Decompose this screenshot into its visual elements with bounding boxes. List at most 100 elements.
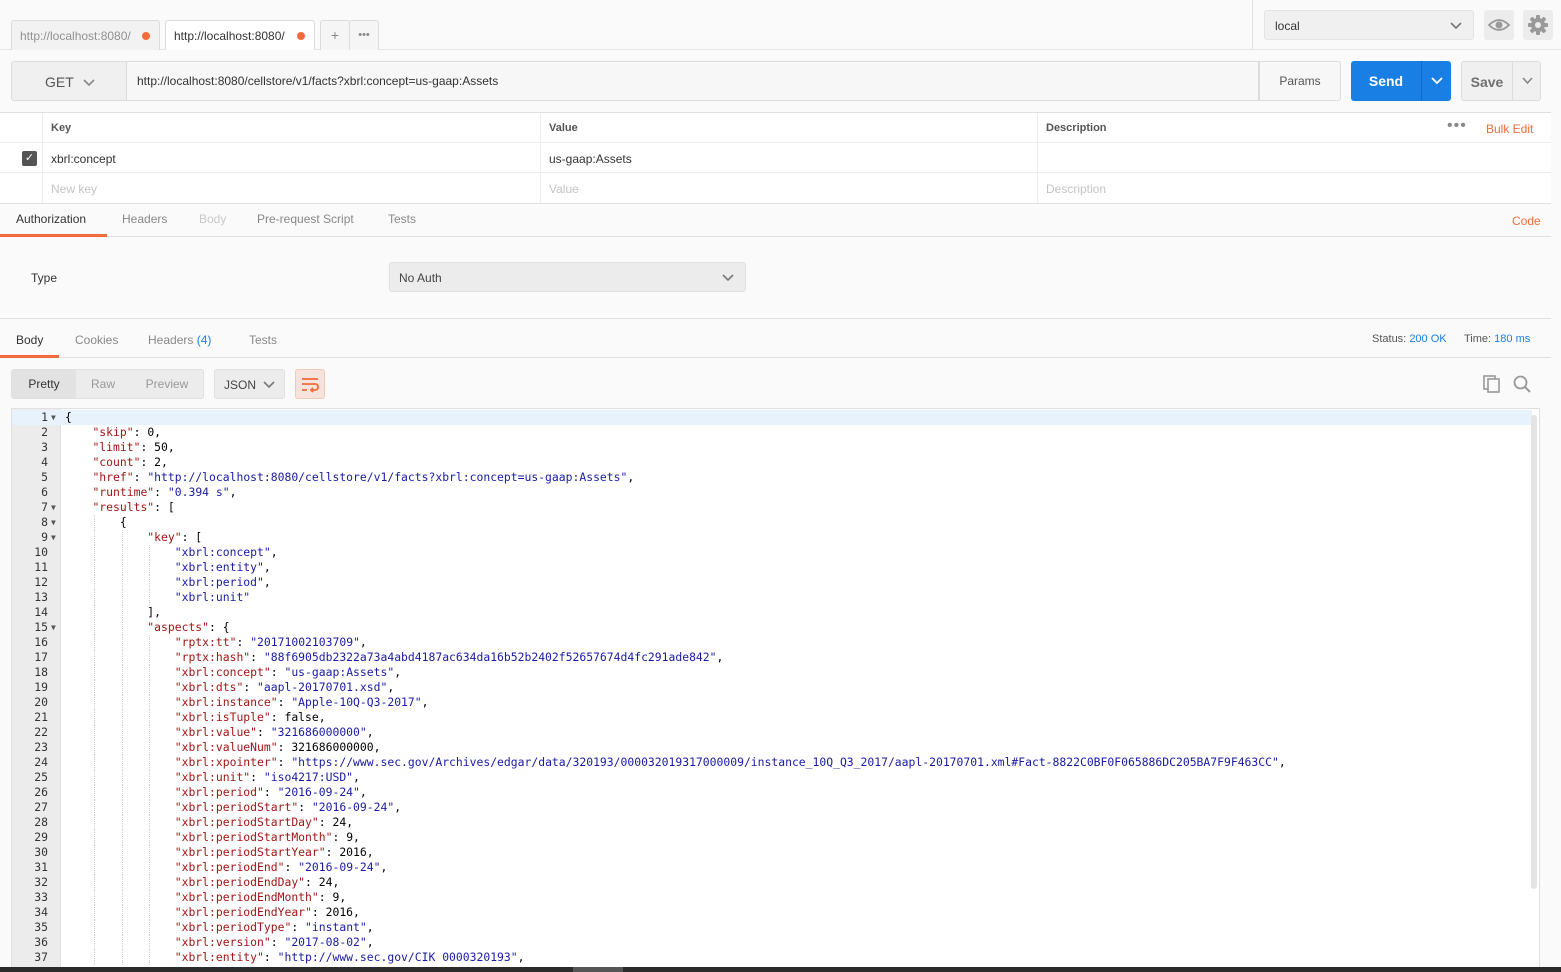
send-label: Send — [1368, 73, 1404, 89]
json-value: 24 — [318, 875, 333, 889]
json-punctuation: : — [263, 950, 278, 964]
search-icon[interactable] — [1512, 374, 1532, 394]
response-tab-label: Tests — [249, 333, 278, 347]
code-line: 26 "xbrl:period": "2016-09-24", — [12, 785, 1532, 800]
request-tab-2[interactable]: http://localhost:8080/ — [165, 20, 315, 50]
line-number: 36 — [34, 935, 48, 949]
json-key: "count" — [92, 455, 141, 469]
code-text: "xbrl:entity": "http://www.sec.gov/CIK 0… — [65, 950, 525, 965]
param-enabled-checkbox[interactable]: ✓ — [22, 151, 37, 166]
json-punctuation: : — [133, 425, 148, 439]
new-key-input[interactable]: New key — [42, 173, 540, 203]
code-line: 9 ▼ "key": [ — [12, 530, 1532, 545]
new-value-input[interactable]: Value — [540, 173, 1037, 203]
fold-toggle-icon[interactable]: ▼ — [51, 530, 56, 545]
code-link[interactable]: Code — [1512, 214, 1541, 228]
code-text: "xbrl:period": "2016-09-24", — [65, 785, 367, 800]
response-body-editor[interactable]: 1 ▼{2 "skip": 0, 3 "limit": 50, 4 "count": … — [11, 408, 1540, 968]
status-label: Status: — [1372, 333, 1407, 345]
manage-environments-button[interactable] — [1523, 10, 1553, 40]
json-punctuation: , — [318, 710, 326, 724]
json-punctuation: , — [263, 560, 271, 574]
fold-toggle-icon[interactable]: ▼ — [51, 515, 56, 530]
scrollbar-thumb[interactable] — [573, 967, 623, 972]
raw-button[interactable]: Raw — [76, 370, 130, 398]
tab-authorization[interactable]: Authorization — [16, 212, 86, 226]
line-number: 35 — [34, 920, 48, 934]
params-button[interactable]: Params — [1259, 61, 1341, 101]
code-line: 31 "xbrl:periodEnd": "2016-09-24", — [12, 860, 1532, 875]
description-column-header: Description — [1037, 113, 1551, 143]
json-punctuation: , — [346, 815, 354, 829]
preview-button[interactable]: Preview — [130, 370, 204, 398]
tab-menu-button[interactable]: ••• — [349, 20, 379, 50]
json-punctuation: , — [332, 875, 340, 889]
json-punctuation: , — [359, 785, 367, 799]
request-tab-1[interactable]: http://localhost:8080/ — [11, 20, 160, 50]
code-line: 4 "count": 2, — [12, 455, 1532, 470]
tab-headers[interactable]: Headers — [122, 212, 167, 226]
tab-tests[interactable]: Tests — [388, 212, 416, 226]
save-label: Save — [1470, 74, 1504, 90]
fold-toggle-icon[interactable]: ▼ — [51, 410, 56, 425]
tab-pre-request-script[interactable]: Pre-request Script — [257, 212, 354, 226]
bulk-edit-link[interactable]: Bulk Edit — [1486, 122, 1533, 136]
line-number: 37 — [34, 950, 48, 964]
chevron-down-icon — [263, 381, 275, 389]
code-text: "rptx:tt": "20171002103709", — [65, 635, 367, 650]
response-format-select[interactable]: JSON — [214, 369, 285, 399]
environment-select[interactable]: local — [1264, 10, 1474, 40]
key-column-header: Key — [42, 113, 540, 143]
json-punctuation: , — [359, 635, 367, 649]
response-tab-cookies[interactable]: Cookies — [75, 333, 118, 347]
json-punctuation: , — [161, 455, 168, 469]
json-key: "xbrl:periodStart" — [174, 800, 299, 814]
copy-icon[interactable] — [1482, 374, 1502, 394]
json-string: "xbrl:period" — [174, 575, 264, 589]
pretty-button[interactable]: Pretty — [12, 370, 76, 398]
auth-type-select[interactable]: No Auth — [389, 262, 746, 292]
url-input[interactable]: http://localhost:8080/cellstore/v1/facts… — [127, 61, 1259, 101]
json-punctuation: : — [277, 740, 292, 754]
line-number: 2 — [41, 425, 48, 439]
json-key: "href" — [92, 470, 134, 484]
response-tab-tests[interactable]: Tests — [249, 333, 277, 347]
json-string: "321686000000" — [270, 725, 367, 739]
json-punctuation: , — [517, 950, 525, 964]
tab-body[interactable]: Body — [199, 212, 226, 226]
save-options-button[interactable] — [1512, 62, 1541, 100]
param-description-input[interactable] — [1037, 143, 1551, 173]
response-tab-headers[interactable]: Headers (4) — [148, 333, 211, 347]
code-line: 15 ▼ "aspects": { — [12, 620, 1532, 635]
json-string: "https://www.sec.gov/Archives/edgar/data… — [291, 755, 1279, 769]
line-number: 10 — [34, 545, 48, 559]
environment-quick-look-button[interactable] — [1484, 10, 1514, 40]
response-tab-body[interactable]: Body — [16, 333, 43, 347]
send-button[interactable]: Send — [1351, 61, 1451, 101]
save-button[interactable]: Save — [1461, 61, 1541, 101]
response-view-modes: Pretty Raw Preview — [11, 369, 204, 399]
more-icon[interactable]: ••• — [1447, 117, 1467, 135]
line-number: 18 — [34, 665, 48, 679]
param-value-input[interactable]: us-gaap:Assets — [540, 143, 1037, 173]
code-line: 14 ], — [12, 605, 1532, 620]
fold-toggle-icon[interactable]: ▼ — [51, 620, 56, 635]
editor-scrollbar[interactable] — [1531, 415, 1537, 889]
new-description-input[interactable]: Description — [1037, 173, 1551, 203]
time-label: Time: — [1464, 333, 1492, 345]
json-punctuation: , — [263, 575, 271, 589]
line-number: 15 — [34, 620, 48, 634]
method-select[interactable]: GET — [11, 61, 127, 101]
new-tab-button[interactable]: + — [320, 20, 350, 50]
param-key-input[interactable]: xbrl:concept — [42, 143, 540, 173]
fold-toggle-icon[interactable]: ▼ — [51, 500, 56, 515]
json-key: "xbrl:periodStartYear" — [174, 845, 326, 859]
window-bottom-scrollbar[interactable] — [0, 967, 1561, 972]
send-options-button[interactable] — [1421, 61, 1451, 101]
json-key: "runtime" — [92, 485, 155, 499]
json-key: "skip" — [92, 425, 134, 439]
json-string: "0.394 s" — [167, 485, 230, 499]
line-number: 24 — [34, 755, 48, 769]
json-key: "xbrl:periodEnd" — [174, 860, 285, 874]
wrap-lines-button[interactable] — [295, 369, 325, 399]
